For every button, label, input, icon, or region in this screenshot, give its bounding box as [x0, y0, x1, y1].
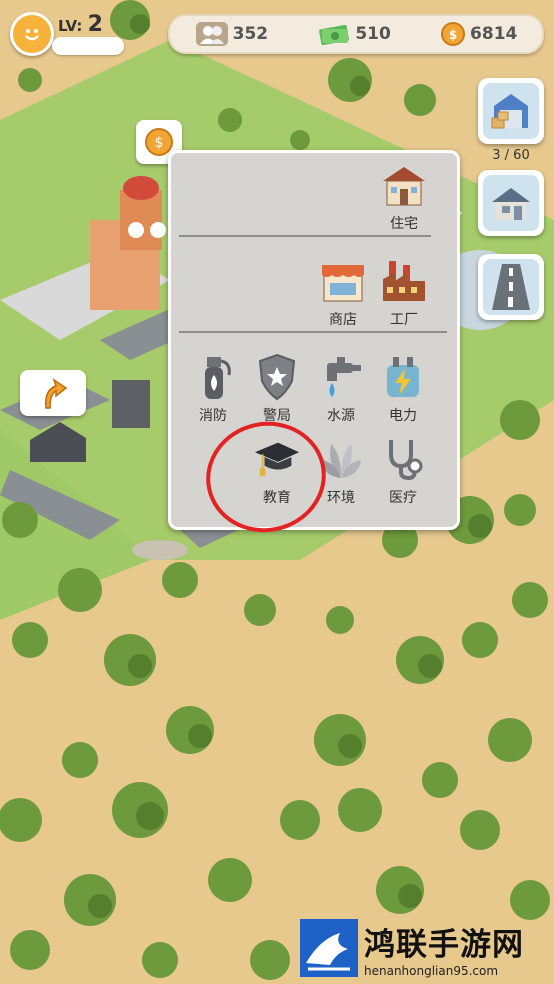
cash-value: 510 — [355, 24, 391, 44]
shop-icon — [322, 265, 364, 302]
menu-item-residential[interactable]: 住宅 — [374, 161, 434, 233]
xp-progress-bar — [52, 37, 124, 55]
svg-text:$: $ — [155, 135, 164, 151]
fire-extinguisher-icon — [205, 357, 231, 399]
upgrade-bubble[interactable] — [20, 370, 86, 416]
svg-text:$: $ — [449, 28, 457, 42]
coin-value: 6814 — [470, 24, 518, 44]
menu-item-power[interactable]: 电力 — [373, 353, 433, 425]
water-tap-icon — [327, 357, 361, 397]
upgrade-arrow-icon — [44, 378, 68, 409]
coin-icon: $ — [441, 22, 466, 46]
warehouse-icon — [491, 94, 528, 129]
menu-item-fire[interactable]: 消防 — [183, 353, 243, 425]
watermark: 鸿联手游网 henanhonglian95.com — [300, 918, 548, 978]
menu-label-water: 水源 — [327, 408, 355, 424]
menu-item-police[interactable]: 警局 — [247, 353, 307, 425]
panel-divider — [179, 235, 431, 237]
cash-icon — [319, 25, 350, 45]
warehouse-capacity: 3 / 60 — [492, 148, 530, 163]
menu-label-medical: 医疗 — [389, 490, 417, 506]
resource-bar: 352 510 $ 6814 — [168, 14, 544, 54]
coin-counter[interactable]: $ 6814 — [440, 21, 517, 47]
warehouse-button[interactable] — [478, 78, 544, 144]
menu-label-environment: 环境 — [327, 490, 355, 506]
police-badge-icon — [258, 353, 296, 401]
menu-label-fire: 消防 — [199, 408, 227, 424]
population-icon — [195, 22, 228, 46]
build-house-button[interactable] — [478, 170, 544, 236]
menu-label-power: 电力 — [389, 408, 417, 424]
player-avatar[interactable] — [10, 12, 54, 56]
level-value: 2 — [87, 12, 103, 37]
watermark-title: 鸿联手游网 — [364, 926, 524, 963]
watermark-logo — [300, 919, 358, 977]
cash-counter[interactable]: 510 — [317, 21, 391, 47]
build-road-button[interactable] — [478, 254, 544, 320]
smiley-face-icon — [25, 29, 39, 41]
population-counter[interactable]: 352 — [195, 21, 269, 47]
population-value: 352 — [232, 24, 269, 44]
power-icon — [387, 357, 419, 397]
menu-item-factory[interactable]: 工厂 — [374, 257, 434, 329]
menu-label-factory: 工厂 — [390, 312, 418, 328]
menu-item-medical[interactable]: 医疗 — [373, 435, 433, 507]
watermark-url: henanhonglian95.com — [364, 963, 499, 978]
level-prefix: LV: — [58, 17, 83, 35]
panel-divider — [179, 331, 447, 333]
player-level: LV: 2 — [58, 12, 103, 37]
menu-label-residential: 住宅 — [390, 216, 418, 232]
road-icon — [492, 264, 530, 310]
menu-item-water[interactable]: 水源 — [311, 353, 371, 425]
menu-label-shop: 商店 — [329, 312, 357, 328]
factory-icon — [383, 261, 425, 301]
house-build-icon — [492, 188, 530, 220]
stethoscope-icon — [389, 440, 423, 481]
menu-item-shop[interactable]: 商店 — [313, 257, 373, 329]
house-icon — [383, 167, 425, 206]
